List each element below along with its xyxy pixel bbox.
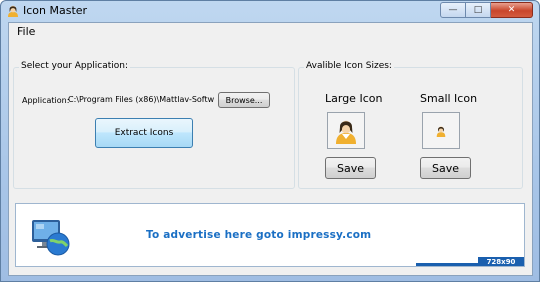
large-icon-preview (327, 112, 365, 149)
advertisement-size-tag: 728x90 (478, 257, 524, 266)
maximize-icon: □ (473, 5, 483, 15)
select-application-label: Select your Application: (19, 61, 131, 71)
save-small-button[interactable]: Save (420, 157, 471, 179)
small-user-icon (436, 125, 446, 137)
minimize-icon: — (448, 5, 458, 15)
window-title: Icon Master (23, 4, 88, 17)
icon-sizes-label: Avalible Icon Sizes: (304, 61, 394, 71)
title-bar[interactable]: Icon Master — □ ✕ (1, 1, 539, 21)
browse-button-label: Browse... (225, 95, 263, 105)
extract-icons-button[interactable]: Extract Icons (95, 118, 193, 148)
extract-icons-label: Extract Icons (114, 128, 174, 138)
menu-bar: File (9, 23, 532, 40)
large-icon-title: Large Icon (325, 92, 383, 105)
large-user-icon (336, 120, 356, 144)
save-small-label: Save (431, 161, 459, 175)
monitor-globe-icon (32, 220, 70, 256)
save-large-label: Save (336, 161, 364, 175)
advertisement-size-label: 728x90 (486, 257, 516, 266)
application-path-field[interactable]: C:\Program Files (x86)\Mattlav-Software\… (68, 95, 214, 104)
advertisement-text[interactable]: To advertise here goto impressy.com (146, 229, 371, 241)
client-area: File Select your Application: Applicatio… (8, 22, 533, 276)
save-large-button[interactable]: Save (325, 157, 376, 179)
minimize-button[interactable]: — (440, 2, 466, 18)
maximize-button[interactable]: □ (466, 2, 491, 18)
close-icon: ✕ (507, 5, 516, 15)
small-icon-preview (422, 112, 460, 149)
menu-file[interactable]: File (17, 25, 35, 38)
app-window: Icon Master — □ ✕ File Select your Appli… (0, 0, 540, 282)
advertisement-banner[interactable]: To advertise here goto impressy.com 728x… (15, 203, 525, 267)
small-icon-title: Small Icon (420, 92, 478, 105)
application-label: Application: (22, 96, 70, 105)
close-button[interactable]: ✕ (491, 2, 533, 18)
browse-button[interactable]: Browse... (218, 92, 270, 108)
user-icon (6, 4, 20, 18)
